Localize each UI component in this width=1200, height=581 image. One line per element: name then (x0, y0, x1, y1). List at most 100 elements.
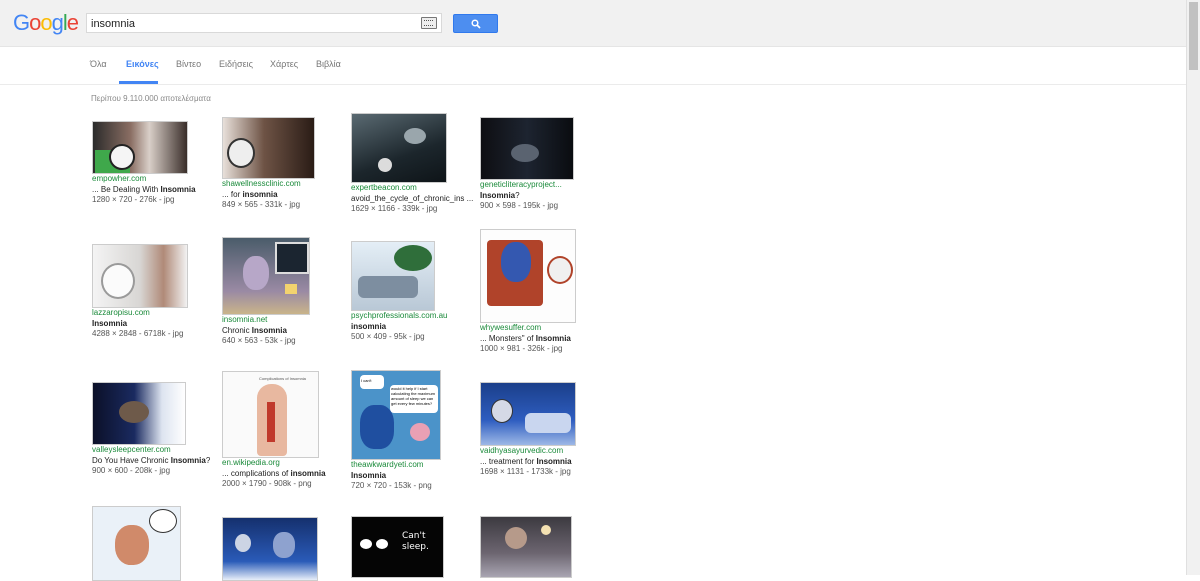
result-thumbnail[interactable]: Can't sleep. (351, 516, 444, 578)
result-caption[interactable]: insomnia (351, 322, 448, 333)
scrollbar-thumb[interactable] (1189, 2, 1198, 70)
result-thumbnail[interactable] (222, 517, 318, 581)
eye-icon (376, 539, 388, 549)
result-source[interactable]: psychprofessionals.com.au (351, 311, 448, 322)
result-caption[interactable]: avoid_the_cycle_of_chronic_ins ... (351, 194, 473, 205)
lamp-icon (285, 284, 297, 294)
person-head (273, 532, 295, 558)
result-thumbnail[interactable] (351, 113, 447, 183)
result-source[interactable]: whywesuffer.com (480, 323, 576, 334)
result-caption[interactable]: ... treatment for Insomnia (480, 457, 576, 468)
result-thumbnail[interactable] (222, 117, 315, 179)
result-thumbnail[interactable]: I can't sleep. would it help if I start … (351, 370, 441, 460)
image-result: Can't sleep. (351, 516, 444, 578)
speech-bubble: I can't sleep. (360, 375, 384, 389)
result-thumbnail[interactable] (92, 244, 188, 308)
tab-news[interactable]: Ειδήσεις (219, 59, 253, 69)
result-source[interactable]: lazzaropisu.com (92, 308, 188, 319)
image-result: valleysleepcenter.com Do You Have Chroni… (92, 382, 210, 477)
result-source[interactable]: vaidhyasayurvedic.com (480, 446, 576, 457)
search-tabs: Όλα Εικόνες Βίντεο Ειδήσεις Χάρτες Βιβλί… (0, 47, 1186, 85)
result-caption[interactable]: ... Monsters" of Insomnia (480, 334, 576, 345)
result-caption[interactable]: ... complications of insomnia (222, 469, 326, 480)
search-input[interactable] (91, 16, 411, 32)
tab-maps[interactable]: Χάρτες (270, 59, 298, 69)
result-thumbnail[interactable] (480, 382, 576, 446)
alarm-clock-icon (378, 158, 392, 172)
tab-all[interactable]: Όλα (90, 59, 107, 69)
result-thumbnail[interactable]: Complications of Insomnia (222, 371, 319, 458)
image-result: vaidhyasayurvedic.com ... treatment for … (480, 382, 576, 478)
result-thumbnail[interactable] (480, 117, 574, 180)
image-result: whywesuffer.com ... Monsters" of Insomni… (480, 229, 576, 355)
result-meta: 640 × 563 - 53k - jpg (222, 336, 296, 345)
image-result: I can't sleep. would it help if I start … (351, 370, 441, 492)
result-caption[interactable]: Do You Have Chronic Insomnia? (92, 456, 210, 467)
image-result (222, 517, 318, 581)
result-source[interactable]: geneticliteracyproject... (480, 180, 574, 191)
alarm-clock-icon (491, 399, 513, 423)
alarm-clock-icon (547, 256, 573, 284)
result-thumbnail[interactable] (351, 241, 435, 311)
cartoon-person (243, 256, 269, 290)
tab-images[interactable]: Εικόνες (126, 59, 159, 69)
person-head (511, 144, 539, 162)
result-thumbnail[interactable] (92, 382, 186, 445)
image-result: geneticliteracyproject... Insomnia? 900 … (480, 117, 574, 212)
search-box[interactable] (86, 13, 442, 33)
result-caption[interactable]: ... for insomnia (222, 190, 315, 201)
brain-character (410, 423, 430, 441)
eye-icon (360, 539, 372, 549)
top-bar: Google (0, 0, 1186, 47)
result-meta: 500 × 409 - 95k - jpg (351, 332, 425, 341)
result-source[interactable]: insomnia.net (222, 315, 310, 326)
result-thumbnail[interactable] (92, 121, 188, 174)
tab-videos[interactable]: Βίντεο (176, 59, 201, 69)
result-caption[interactable]: Insomnia (92, 319, 188, 330)
image-result: expertbeacon.com avoid_the_cycle_of_chro… (351, 113, 473, 215)
scrollbar[interactable] (1186, 0, 1200, 575)
search-button[interactable] (453, 14, 498, 33)
result-thumbnail[interactable] (480, 516, 572, 578)
image-result (92, 506, 181, 581)
bed (358, 276, 418, 298)
result-meta: 720 × 720 - 153k - png (351, 481, 432, 490)
result-caption[interactable]: Chronic Insomnia (222, 326, 310, 337)
dream-bubble (394, 245, 432, 271)
result-source[interactable]: valleysleepcenter.com (92, 445, 210, 456)
search-icon (471, 19, 481, 29)
result-meta: 900 × 598 - 195k - jpg (480, 201, 559, 210)
window-night (275, 242, 309, 274)
tab-books[interactable]: Βιβλία (316, 59, 341, 69)
lamp-icon (541, 525, 551, 535)
result-source[interactable]: theawkwardyeti.com (351, 460, 441, 471)
result-meta: 1698 × 1131 - 1733k - jpg (480, 467, 571, 476)
result-meta: 1280 × 720 - 276k - jpg (92, 195, 175, 204)
result-meta: 900 × 600 - 208k - jpg (92, 466, 171, 475)
cartoon-person (115, 525, 149, 565)
cant-sleep-text: Can't sleep. (402, 531, 429, 552)
result-source[interactable]: shawellnessclinic.com (222, 179, 315, 190)
result-caption[interactable]: Insomnia? (480, 191, 574, 202)
keyboard-icon[interactable] (421, 17, 437, 29)
diagram-title: Complications of Insomnia (259, 376, 306, 381)
image-result: shawellnessclinic.com ... for insomnia 8… (222, 117, 315, 211)
result-thumbnail[interactable] (480, 229, 576, 323)
result-source[interactable]: expertbeacon.com (351, 183, 473, 194)
alarm-clock-icon (109, 144, 135, 170)
result-source[interactable]: empowher.com (92, 174, 196, 185)
alarm-clock-icon (101, 263, 135, 299)
alarm-clock-icon (227, 138, 255, 168)
speech-bubble: would it help if I start calculating the… (390, 385, 438, 413)
result-source[interactable]: en.wikipedia.org (222, 458, 326, 469)
result-thumbnail[interactable] (92, 506, 181, 581)
result-caption[interactable]: Insomnia (351, 471, 441, 482)
bed (525, 413, 571, 433)
result-thumbnail[interactable] (222, 237, 310, 315)
google-logo[interactable]: Google (13, 10, 79, 36)
result-meta: 2000 × 1790 - 908k - png (222, 479, 312, 488)
cartoon-person (501, 242, 531, 282)
result-caption[interactable]: ... Be Dealing With Insomnia (92, 185, 196, 196)
alarm-clock-icon (235, 534, 251, 552)
artery (267, 402, 275, 442)
